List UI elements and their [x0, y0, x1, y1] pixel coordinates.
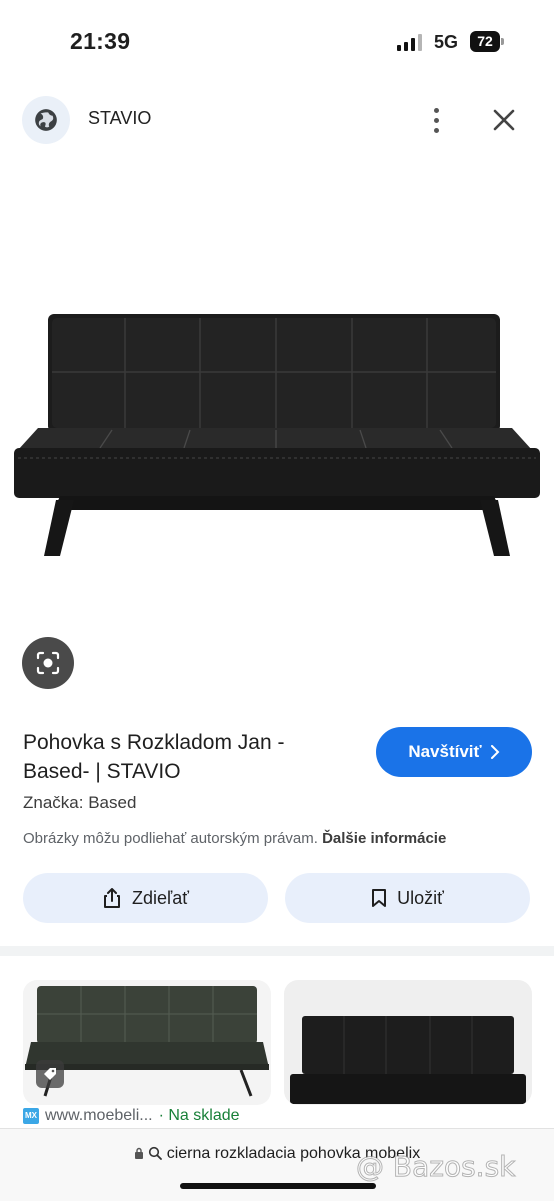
bookmark-icon	[372, 889, 387, 907]
more-info-link[interactable]: Ďalšie informácie	[322, 830, 446, 847]
stock-status: · Na sklade	[158, 1107, 240, 1124]
copyright-notice: Obrázky môžu podliehať autorským právam.…	[23, 830, 446, 847]
section-divider	[0, 946, 554, 956]
lens-search-button[interactable]	[22, 637, 74, 689]
price-tag-icon[interactable]	[36, 1060, 64, 1088]
site-globe-button[interactable]	[22, 96, 70, 144]
more-vert-icon	[433, 107, 439, 113]
search-icon	[149, 1146, 163, 1160]
share-label: Zdieľať	[131, 887, 190, 908]
camera-search-icon	[36, 651, 60, 675]
brand-line: Značka: Based	[23, 793, 137, 812]
battery-tip	[501, 38, 504, 45]
save-label: Uložiť	[397, 887, 444, 908]
signal-icon	[397, 33, 425, 51]
battery-icon: 72	[470, 31, 500, 52]
site-title[interactable]: STAVIO	[88, 108, 151, 129]
close-icon[interactable]	[488, 104, 520, 136]
watermark: @ Bazos.sk	[355, 1150, 516, 1184]
globe-icon	[35, 109, 57, 131]
source-domain: www.moebeli...	[45, 1107, 153, 1124]
lock-icon	[134, 1147, 143, 1159]
product-title[interactable]: Pohovka s Rozkladom Jan - Based- | STAVI…	[23, 728, 353, 786]
share-icon	[103, 888, 120, 908]
copyright-text: Obrázky môžu podliehať autorským právam.	[23, 830, 318, 847]
network-label: 5G	[434, 32, 459, 52]
visit-label: Navštíviť	[408, 742, 482, 761]
save-button[interactable]: Uložiť	[285, 873, 530, 923]
product-image[interactable]	[0, 160, 554, 700]
site-favicon: MX	[23, 1108, 39, 1124]
related-source-1[interactable]: MX www.moebeli... · Na sklade	[23, 1107, 283, 1125]
more-options-button[interactable]	[422, 102, 450, 138]
visit-button[interactable]: Navštíviť	[376, 727, 532, 777]
status-time: 21:39	[70, 28, 131, 54]
home-indicator[interactable]	[180, 1183, 376, 1189]
chevron-right-icon	[490, 745, 500, 759]
share-button[interactable]: Zdieľať	[23, 873, 268, 923]
related-image-2[interactable]	[284, 980, 532, 1105]
